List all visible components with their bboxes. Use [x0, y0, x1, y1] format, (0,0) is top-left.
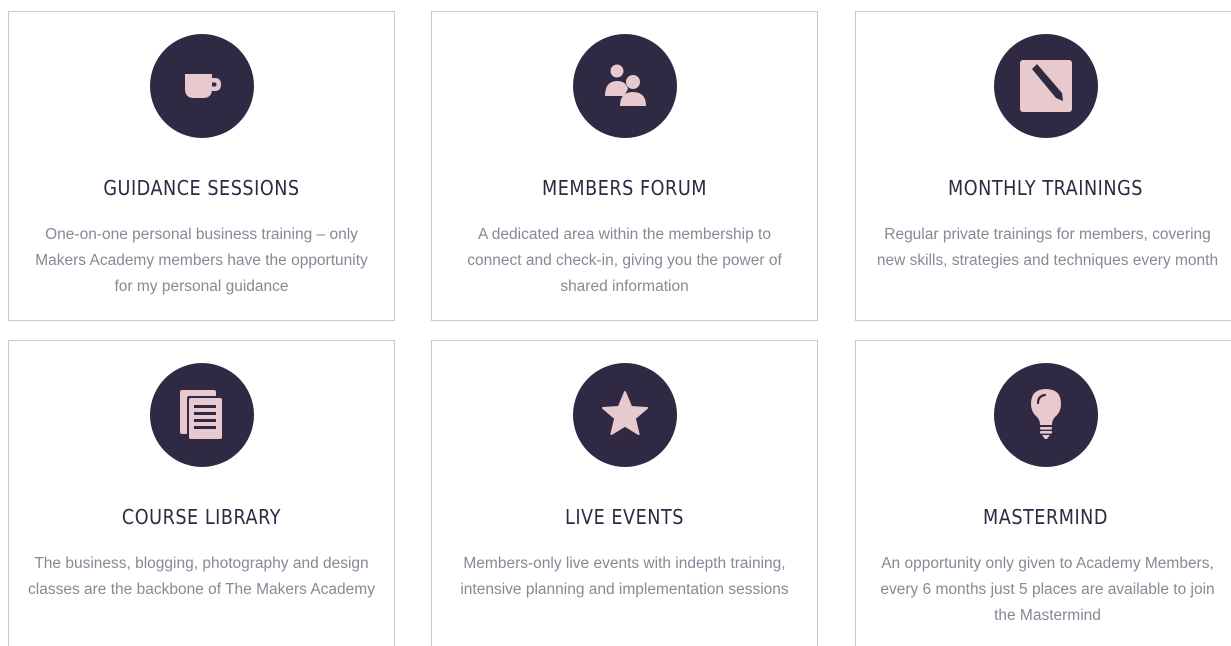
coffee-cup-icon	[184, 74, 221, 98]
feature-card-monthly-trainings: MONTHLY TRAININGS Regular private traini…	[855, 11, 1231, 321]
feature-title: GUIDANCE SESSIONS	[103, 176, 300, 200]
icon-circle	[993, 34, 1098, 138]
feature-description: Members-only live events with indepth tr…	[460, 555, 789, 598]
feature-description: An opportunity only given to Academy Mem…	[880, 555, 1215, 624]
feature-card-guidance-sessions: GUIDANCE SESSIONS One-on-one personal bu…	[8, 11, 395, 321]
feature-description: One-on-one personal business training – …	[35, 226, 368, 295]
feature-title: MEMBERS FORUM	[542, 176, 707, 200]
feature-title: MONTHLY TRAININGS	[948, 176, 1143, 200]
lightbulb-icon	[1030, 389, 1061, 439]
icon-circle	[572, 34, 677, 138]
feature-card-live-events: LIVE EVENTS Members-only live events wit…	[431, 340, 818, 646]
people-icon	[604, 64, 646, 106]
feature-description: The business, blogging, photography and …	[28, 555, 375, 598]
feature-title: LIVE EVENTS	[564, 505, 684, 529]
star-icon	[601, 391, 648, 435]
feature-card-members-forum: MEMBERS FORUM A dedicated area within th…	[431, 11, 818, 321]
feature-title: MASTERMIND	[983, 505, 1108, 529]
feature-description: A dedicated area within the membership t…	[467, 226, 782, 295]
feature-description: Regular private trainings for members, c…	[876, 226, 1219, 269]
pencil-square-icon	[1019, 60, 1072, 112]
feature-card-mastermind: MASTERMIND An opportunity only given to …	[855, 340, 1231, 646]
documents-icon	[179, 390, 224, 441]
icon-circle	[149, 363, 254, 467]
icon-circle	[572, 363, 677, 467]
icon-circle	[993, 363, 1098, 467]
feature-card-course-library: COURSE LIBRARY The business, blogging, p…	[8, 340, 395, 646]
icon-circle	[149, 34, 254, 138]
feature-title: COURSE LIBRARY	[121, 505, 282, 529]
